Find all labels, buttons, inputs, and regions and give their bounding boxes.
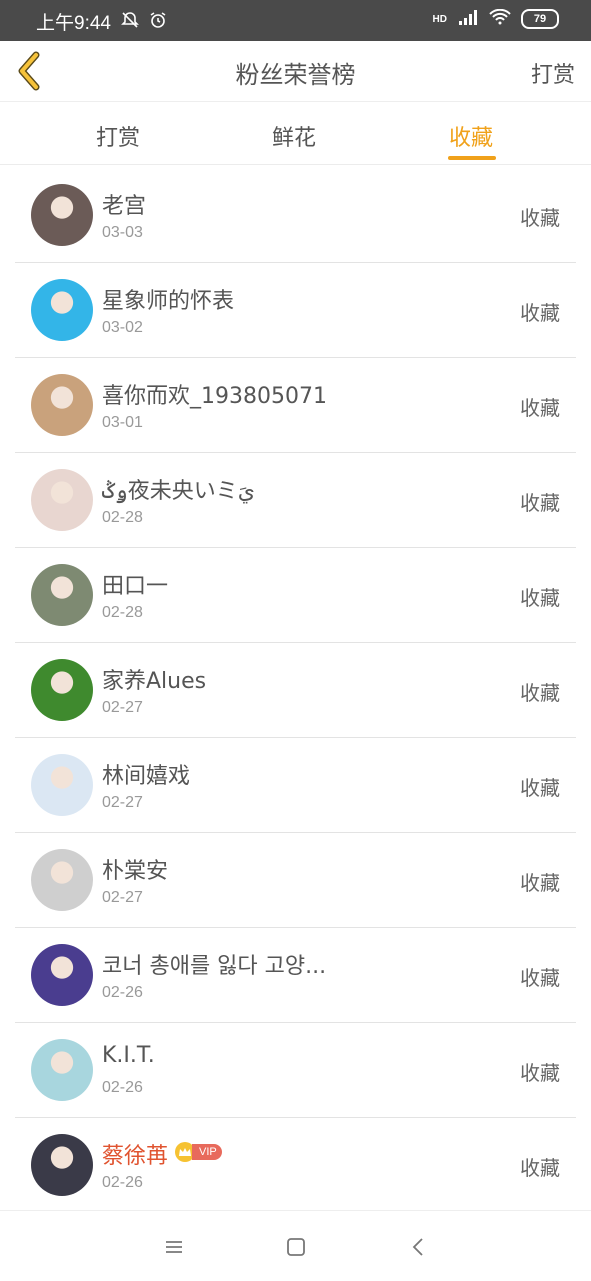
item-date: 02-26: [102, 984, 143, 1001]
item-date: 02-28: [102, 604, 143, 621]
user-name: 蔡徐苒: [102, 1144, 169, 1169]
wifi-icon: [489, 8, 511, 29]
tip-button[interactable]: 打赏: [531, 57, 575, 89]
list-item[interactable]: ۅݣ夜未央いミيَ 02-28 收藏: [15, 453, 576, 548]
action-label: 收藏: [520, 206, 560, 230]
list-item[interactable]: 田口一 02-28 收藏: [15, 548, 576, 643]
status-time: 上午9:44: [36, 13, 111, 34]
user-name: 林间嬉戏: [102, 764, 191, 789]
action-label: 收藏: [520, 871, 560, 895]
action-label: 收藏: [520, 681, 560, 705]
back-nav-icon[interactable]: [406, 1235, 430, 1259]
notifications-muted-icon: [120, 10, 140, 34]
list-item[interactable]: 朴棠安 02-27 收藏: [15, 833, 576, 928]
menu-icon[interactable]: [162, 1235, 186, 1259]
action-label: 收藏: [520, 491, 560, 515]
user-name: 朴棠安: [102, 859, 169, 884]
list-item[interactable]: 家养Alues 02-27 收藏: [15, 643, 576, 738]
avatar[interactable]: [31, 1134, 93, 1196]
list-item[interactable]: K.I.T. 02-26 收藏: [15, 1023, 576, 1118]
action-label: 收藏: [520, 966, 560, 990]
item-date: 02-26: [102, 1079, 143, 1096]
vip-label: VIP: [192, 1144, 222, 1160]
avatar[interactable]: [31, 469, 93, 531]
tab-favorites[interactable]: 收藏: [449, 120, 493, 152]
page-title: 粉丝荣誉榜: [235, 61, 356, 89]
user-name: 田口一: [102, 574, 169, 599]
item-date: 02-27: [102, 699, 143, 716]
tab-flowers[interactable]: 鲜花: [272, 120, 316, 152]
alarm-icon: [148, 10, 168, 34]
user-name: 喜你而欢_193805071: [102, 384, 327, 409]
user-name: K.I.T.: [102, 1043, 155, 1068]
list-item[interactable]: 蔡徐苒 VIP 02-26 收藏: [15, 1118, 576, 1213]
app-header: 粉丝荣誉榜 打赏: [0, 41, 591, 102]
action-label: 收藏: [520, 301, 560, 325]
avatar[interactable]: [31, 659, 93, 721]
item-date: 02-27: [102, 889, 143, 906]
signal-icon: [459, 9, 479, 29]
item-date: 02-28: [102, 509, 143, 526]
item-date: 03-03: [102, 224, 143, 241]
action-label: 收藏: [520, 396, 560, 420]
avatar[interactable]: [31, 564, 93, 626]
avatar[interactable]: [31, 754, 93, 816]
home-icon[interactable]: [284, 1235, 308, 1259]
user-name: 老宫: [102, 194, 147, 219]
avatar[interactable]: [31, 374, 93, 436]
user-name: 코너 총애를 잃다 고양...: [102, 954, 327, 979]
avatar[interactable]: [31, 849, 93, 911]
status-bar: 上午9:44 HD 79: [0, 0, 591, 41]
item-date: 03-02: [102, 319, 143, 336]
list-item[interactable]: 林间嬉戏 02-27 收藏: [15, 738, 576, 833]
avatar[interactable]: [31, 279, 93, 341]
avatar[interactable]: [31, 184, 93, 246]
list-item[interactable]: 老宫 03-03 收藏: [15, 168, 576, 263]
action-label: 收藏: [520, 1061, 560, 1085]
tab-bar: 打赏 鲜花 收藏: [0, 102, 591, 165]
action-label: 收藏: [520, 776, 560, 800]
list-item[interactable]: 코너 총애를 잃다 고양... 02-26 收藏: [15, 928, 576, 1023]
avatar[interactable]: [31, 944, 93, 1006]
active-tab-indicator: [448, 156, 496, 160]
list-item[interactable]: 星象师的怀表 03-02 收藏: [15, 263, 576, 358]
vip-badge: VIP: [175, 1142, 222, 1162]
item-date: 03-01: [102, 414, 143, 431]
item-date: 02-27: [102, 794, 143, 811]
list-item[interactable]: 喜你而欢_193805071 03-01 收藏: [15, 358, 576, 453]
user-name: ۅݣ夜未央いミيَ: [102, 479, 256, 504]
item-date: 02-26: [102, 1174, 143, 1191]
action-label: 收藏: [520, 586, 560, 610]
battery-indicator: 79: [521, 9, 559, 29]
system-nav-bar: [0, 1210, 591, 1281]
avatar[interactable]: [31, 1039, 93, 1101]
fans-list: 老宫 03-03 收藏 星象师的怀表 03-02 收藏 喜你而欢_193805071 03-0…: [15, 168, 576, 1213]
user-name: 家养Alues: [102, 669, 207, 694]
tab-tips[interactable]: 打赏: [96, 120, 140, 152]
user-name: 星象师的怀表: [102, 289, 235, 314]
action-label: 收藏: [520, 1156, 560, 1180]
hd-label: HD: [432, 13, 447, 25]
